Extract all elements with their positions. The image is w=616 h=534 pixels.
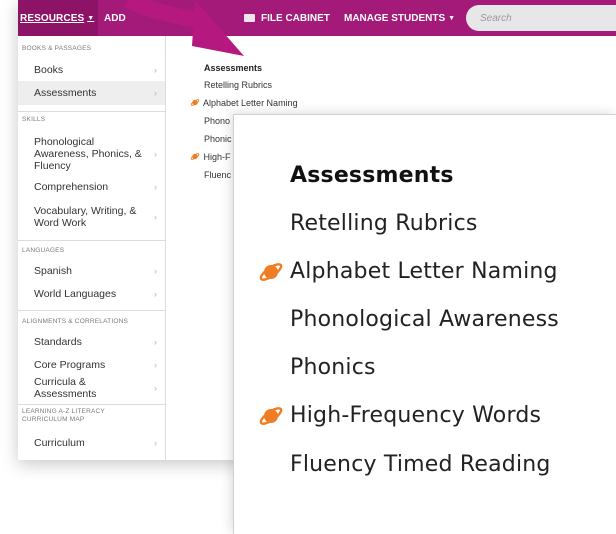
add-menu-button[interactable]: ADD: [104, 0, 126, 36]
sidebar-item-spanish[interactable]: Spanish ›: [18, 260, 165, 282]
zoom-item-retelling-rubrics[interactable]: Retelling Rubrics: [290, 211, 478, 237]
sidebar-item-assessments[interactable]: Assessments ›: [18, 81, 165, 105]
manage-students-menu-button[interactable]: MANAGE STUDENTS ▼: [344, 0, 455, 36]
section-label-skills: SKILLS: [22, 116, 46, 123]
sidebar-item-curricula-assessments[interactable]: Curricula & Assessments ›: [18, 376, 165, 400]
sidebar-item-label: World Languages: [34, 288, 117, 300]
planet-icon: [259, 407, 283, 425]
file-cabinet-label: FILE CABINET: [261, 12, 330, 24]
sidebar-item-label: Vocabulary, Writing, & Word Work: [34, 205, 137, 229]
chevron-right-icon: ›: [154, 149, 157, 159]
section-label-languages: LANGUAGES: [22, 247, 65, 254]
planet-icon: [190, 153, 200, 160]
section-divider: [18, 111, 165, 112]
sidebar-item-label: Curriculum: [34, 437, 85, 449]
manage-students-label: MANAGE STUDENTS: [344, 12, 446, 24]
section-divider: [18, 310, 165, 311]
resources-sidebar: BOOKS & PASSAGES Books › Assessments › S…: [18, 36, 166, 460]
sidebar-item-world-languages[interactable]: World Languages ›: [18, 283, 165, 305]
add-label: ADD: [104, 12, 126, 24]
chevron-right-icon: ›: [154, 383, 157, 393]
caret-down-icon: ▼: [448, 14, 456, 22]
zoomed-submenu-callout: Assessments Retelling Rubrics Alphabet L…: [233, 114, 616, 534]
sidebar-item-label: Curricula & Assessments: [34, 376, 97, 400]
file-cabinet-button[interactable]: FILE CABINET: [244, 0, 330, 36]
submenu-item-fluency-clipped[interactable]: Fluenc: [204, 170, 231, 181]
sidebar-item-comprehension[interactable]: Comprehension ›: [18, 176, 165, 198]
submenu-item-retelling-rubrics[interactable]: Retelling Rubrics: [204, 80, 272, 91]
sidebar-item-label: Phonological Awareness, Phonics, & Fluen…: [34, 136, 142, 172]
chevron-right-icon: ›: [154, 212, 157, 222]
sidebar-item-label: Standards: [34, 336, 82, 348]
resources-menu-button[interactable]: RESOURCES ▼: [18, 0, 98, 36]
sidebar-item-books[interactable]: Books ›: [18, 58, 165, 82]
top-navbar: RESOURCES ▼ ADD FILE CABINET MANAGE STUD…: [18, 0, 616, 36]
zoom-submenu-heading: Assessments: [290, 163, 454, 188]
submenu-item-phonological-awareness-clipped[interactable]: Phono: [204, 116, 230, 127]
chevron-right-icon: ›: [154, 182, 157, 192]
zoom-item-high-frequency-words[interactable]: High-Frequency Words: [290, 403, 541, 429]
chevron-right-icon: ›: [154, 360, 157, 370]
section-divider: [18, 240, 165, 241]
sidebar-item-label: Spanish: [34, 265, 72, 277]
zoom-item-alphabet-letter-naming[interactable]: Alphabet Letter Naming: [290, 259, 558, 285]
chevron-right-icon: ›: [154, 337, 157, 347]
section-label-books-passages: BOOKS & PASSAGES: [22, 45, 92, 52]
submenu-item-high-frequency-clipped[interactable]: High-F: [190, 152, 231, 163]
submenu-item-label: High-F: [203, 152, 231, 162]
zoom-item-fluency-timed-reading[interactable]: Fluency Timed Reading: [290, 452, 551, 478]
file-cabinet-icon: [244, 14, 255, 22]
section-divider: [18, 404, 165, 405]
sidebar-item-standards[interactable]: Standards ›: [18, 331, 165, 353]
planet-icon: [190, 99, 200, 106]
caret-down-icon: ▼: [87, 14, 95, 22]
sidebar-item-core-programs[interactable]: Core Programs ›: [18, 354, 165, 376]
sidebar-item-phonological-awareness[interactable]: Phonological Awareness, Phonics, & Fluen…: [18, 134, 165, 174]
chevron-right-icon: ›: [154, 438, 157, 448]
submenu-item-label: Alphabet Letter Naming: [203, 98, 298, 108]
zoom-item-phonics[interactable]: Phonics: [290, 355, 376, 381]
sidebar-item-label: Books: [34, 64, 64, 76]
chevron-right-icon: ›: [154, 88, 157, 98]
search-input[interactable]: [466, 5, 616, 31]
sidebar-item-label: Core Programs: [34, 359, 106, 371]
sidebar-item-curriculum[interactable]: Curriculum ›: [18, 432, 165, 454]
submenu-item-alphabet-letter-naming[interactable]: Alphabet Letter Naming: [190, 98, 298, 109]
section-label-alignments: ALIGNMENTS & CORRELATIONS: [22, 318, 129, 325]
sidebar-item-vocabulary-writing[interactable]: Vocabulary, Writing, & Word Work ›: [18, 202, 165, 232]
planet-icon: [259, 263, 283, 281]
zoom-item-phonological-awareness[interactable]: Phonological Awareness: [290, 307, 559, 333]
chevron-right-icon: ›: [154, 289, 157, 299]
submenu-item-phonics-clipped[interactable]: Phonic: [204, 134, 232, 145]
sidebar-item-label: Assessments: [34, 87, 97, 99]
section-label-curriculum-map: LEARNING A-Z LITERACY CURRICULUM MAP: [22, 408, 105, 423]
resources-label: RESOURCES: [20, 12, 85, 24]
submenu-heading: Assessments: [204, 63, 263, 73]
chevron-right-icon: ›: [154, 266, 157, 276]
sidebar-item-label: Comprehension: [34, 181, 109, 193]
chevron-right-icon: ›: [154, 65, 157, 75]
